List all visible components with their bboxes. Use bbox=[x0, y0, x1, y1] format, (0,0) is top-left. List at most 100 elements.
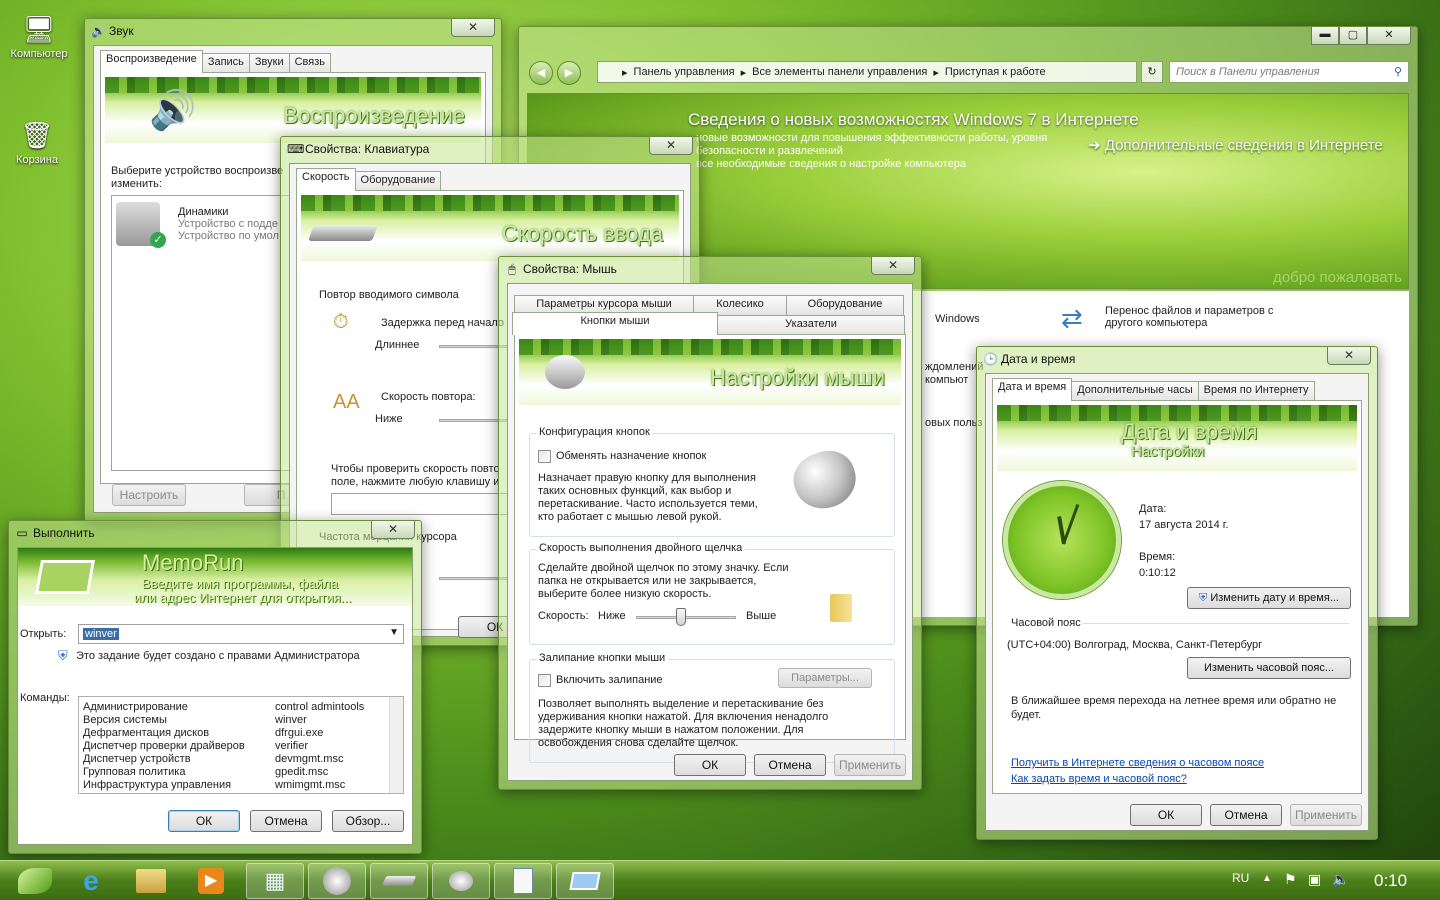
command-row[interactable]: Диспетчер проверки драйверов verifier bbox=[83, 740, 383, 753]
apply-button[interactable]: Применить bbox=[1290, 804, 1362, 826]
test-hint: поле, нажмите любую клавишу и bbox=[331, 476, 500, 488]
nav-back-button[interactable]: ◀ bbox=[529, 61, 553, 85]
close-button[interactable]: ✕ bbox=[649, 137, 693, 155]
double-click-slider[interactable] bbox=[636, 616, 736, 619]
commands-scrollbar[interactable] bbox=[389, 697, 403, 793]
item-windows[interactable]: Windows bbox=[935, 313, 980, 325]
tab-pointers[interactable]: Указатели bbox=[717, 315, 905, 335]
double-click-slider-thumb[interactable] bbox=[676, 608, 686, 626]
nav-forward-button[interactable]: ▶ bbox=[557, 61, 581, 85]
close-button[interactable]: ✕ bbox=[1327, 347, 1371, 365]
keyboard-banner-icon bbox=[308, 225, 378, 241]
flag-icon[interactable]: ⚑ bbox=[1284, 871, 1297, 888]
close-button[interactable]: ✕ bbox=[1367, 27, 1411, 45]
start-button[interactable] bbox=[6, 863, 64, 899]
taskbar-document[interactable] bbox=[494, 863, 552, 899]
search-input[interactable]: Поиск в Панели управления ⚲ bbox=[1169, 61, 1409, 83]
close-button[interactable]: ✕ bbox=[871, 257, 915, 275]
clicklock-checkbox[interactable] bbox=[538, 674, 551, 687]
breadcrumb-item[interactable]: Панель управления bbox=[634, 66, 735, 78]
tab-recording[interactable]: Запись bbox=[201, 53, 250, 73]
minimize-button[interactable]: ▬ bbox=[1311, 27, 1339, 45]
command-row[interactable]: Дефрагментация дисков dfrgui.exe bbox=[83, 727, 383, 740]
close-button[interactable]: ✕ bbox=[371, 521, 415, 539]
taskbar-explorer[interactable] bbox=[122, 863, 180, 899]
close-button[interactable]: ✕ bbox=[451, 19, 495, 37]
ok-button[interactable]: ОК bbox=[674, 754, 746, 776]
command-name: Инфраструктура управления bbox=[83, 779, 232, 791]
configure-button[interactable]: Настроить bbox=[112, 484, 186, 506]
desktop-icon-computer[interactable]: 🖥 Компьютер bbox=[4, 12, 74, 61]
title-bar[interactable]: ▭ Выполнить bbox=[9, 521, 421, 545]
tab-date-time[interactable]: Дата и время bbox=[992, 378, 1073, 401]
taskbar-mouse[interactable] bbox=[432, 863, 490, 899]
title-bar[interactable]: 🔊 Звук bbox=[85, 19, 501, 43]
clock[interactable]: 0:10 bbox=[1374, 871, 1407, 891]
command-row[interactable]: Групповая политика gpedit.msc bbox=[83, 766, 383, 779]
speed-high-label: Выше bbox=[746, 610, 777, 622]
language-indicator[interactable]: RU bbox=[1232, 871, 1249, 885]
title-bar[interactable]: ⌨ Свойства: Клавиатура bbox=[281, 137, 699, 161]
network-icon[interactable]: ▣ bbox=[1308, 871, 1321, 888]
item-transfer[interactable]: Перенос файлов и параметров с другого ко… bbox=[1105, 305, 1273, 329]
title-bar[interactable]: 🕒 Дата и время bbox=[977, 347, 1377, 371]
command-name: Диспетчер устройств bbox=[83, 753, 191, 765]
keyboard-icon: ⌨ bbox=[287, 142, 305, 156]
change-datetime-button[interactable]: ⛨ Изменить дату и время... bbox=[1187, 587, 1351, 609]
command-row[interactable]: Версия системы winver bbox=[83, 714, 383, 727]
command-row[interactable]: Администрирование control admintools bbox=[83, 701, 383, 714]
clicklock-settings-button[interactable]: Параметры... bbox=[778, 668, 872, 688]
clock-icon: 🕒 bbox=[983, 352, 998, 366]
taskbar-ie[interactable]: e bbox=[62, 863, 120, 899]
tab-speed[interactable]: Скорость bbox=[296, 168, 356, 191]
tab-strip: Воспроизведение Запись Звуки Связь bbox=[100, 50, 332, 73]
tab-playback[interactable]: Воспроизведение bbox=[100, 50, 203, 73]
ie-icon: e bbox=[83, 865, 99, 896]
item-fragment[interactable]: овых польз bbox=[925, 417, 982, 429]
timezone-info-link[interactable]: Получить в Интернете сведения о часовом … bbox=[1011, 757, 1264, 769]
refresh-button[interactable]: ↻ bbox=[1141, 61, 1163, 83]
change-timezone-button[interactable]: Изменить часовой пояс... bbox=[1187, 657, 1351, 679]
tab-hardware[interactable]: Оборудование bbox=[354, 171, 442, 191]
taskbar-keyboard[interactable] bbox=[370, 863, 428, 899]
maximize-button[interactable]: ▢ bbox=[1339, 27, 1367, 45]
more-info-link[interactable]: ➜ Дополнительные сведения в Интернете bbox=[1088, 136, 1383, 154]
command-name: Групповая политика bbox=[83, 766, 186, 778]
ok-button[interactable]: ОК bbox=[1130, 804, 1202, 826]
tab-page: Настройки мыши Конфигурация кнопок Обмен… bbox=[514, 334, 906, 763]
taskbar-run[interactable] bbox=[556, 863, 614, 899]
command-row[interactable]: Диспетчер устройств devmgmt.msc bbox=[83, 753, 383, 766]
tab-communications[interactable]: Связь bbox=[288, 53, 332, 73]
tab-additional-clocks[interactable]: Дополнительные часы bbox=[1071, 381, 1199, 401]
breadcrumb-item[interactable]: Приступая к работе bbox=[945, 66, 1046, 78]
explorer-icon bbox=[136, 869, 166, 893]
browse-button[interactable]: Обзор... bbox=[332, 810, 404, 832]
cancel-button[interactable]: Отмена bbox=[1210, 804, 1282, 826]
folder-icon[interactable] bbox=[830, 594, 852, 622]
mouse-illustration-icon bbox=[786, 443, 864, 517]
tab-sounds[interactable]: Звуки bbox=[248, 53, 290, 73]
taskbar-media-player[interactable]: ▶ bbox=[182, 863, 240, 899]
title-bar[interactable]: 🖱 Свойства: Мышь bbox=[499, 257, 921, 281]
show-hidden-icons-button[interactable]: ▲ bbox=[1262, 873, 1272, 884]
item-fragment[interactable]: компьют bbox=[925, 374, 968, 386]
commands-list[interactable]: Администрирование control admintools Верси… bbox=[78, 696, 404, 794]
desktop-icon-recycle-bin[interactable]: 🗑 Корзина bbox=[2, 118, 72, 167]
command-row[interactable]: Инфраструктура управления wmimgmt.msc bbox=[83, 779, 383, 792]
taskbar-control-panel[interactable]: ▦ bbox=[246, 863, 304, 899]
cancel-button[interactable]: Отмена bbox=[250, 810, 322, 832]
taskbar-sound[interactable] bbox=[308, 863, 366, 899]
apply-button[interactable]: Применить bbox=[834, 754, 906, 776]
address-bar[interactable]: ▸ Панель управления ▸ Все элементы панел… bbox=[597, 61, 1137, 83]
item-fragment[interactable]: ждомлений bbox=[925, 361, 983, 373]
breadcrumb-sep: ▸ bbox=[740, 66, 747, 79]
tab-buttons[interactable]: Кнопки мыши bbox=[512, 312, 718, 335]
volume-icon[interactable]: 🔈 bbox=[1332, 871, 1349, 888]
tab-internet-time[interactable]: Время по Интернету bbox=[1197, 381, 1315, 401]
swap-buttons-checkbox[interactable] bbox=[538, 450, 551, 463]
ok-button[interactable]: ОК bbox=[168, 810, 240, 832]
cancel-button[interactable]: Отмена bbox=[754, 754, 826, 776]
how-to-set-time-link[interactable]: Как задать время и часовой пояс? bbox=[1011, 773, 1187, 785]
open-combobox[interactable]: winver ▼ bbox=[78, 624, 404, 644]
breadcrumb-item[interactable]: Все элементы панели управления bbox=[752, 66, 927, 78]
